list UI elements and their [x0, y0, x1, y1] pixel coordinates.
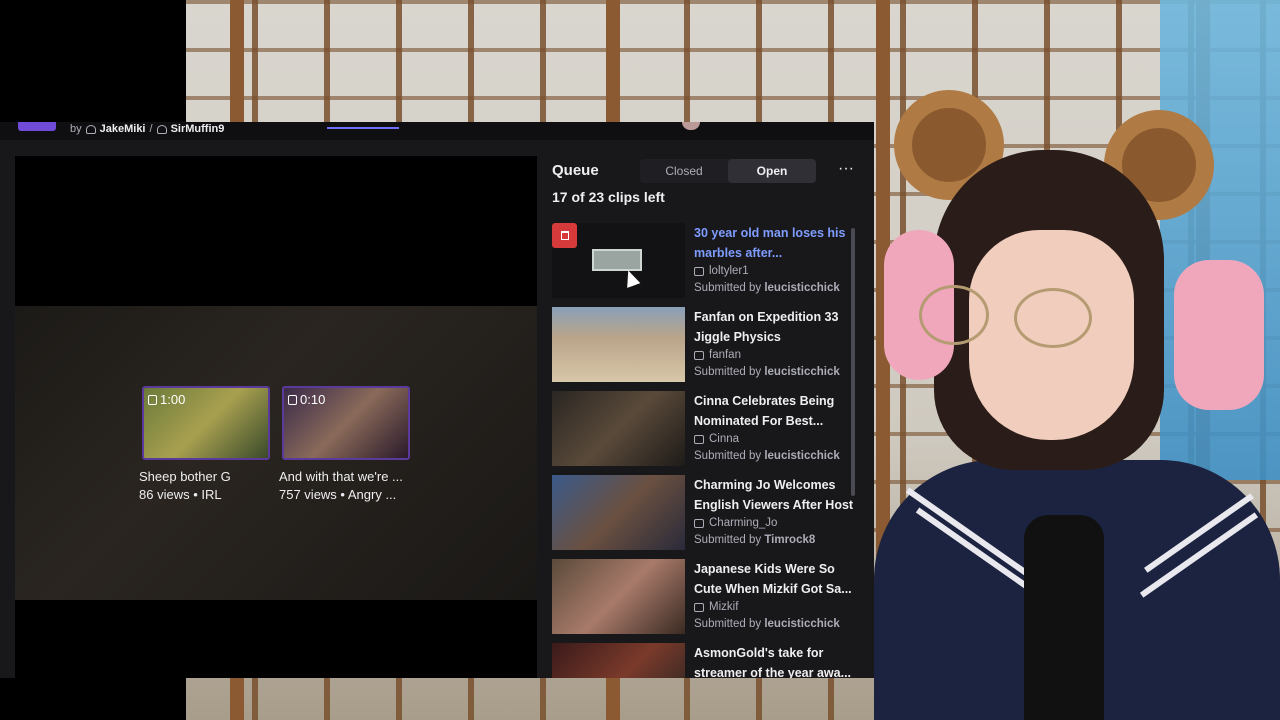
video-icon	[694, 602, 704, 612]
queue-item[interactable]: Fanfan on Expedition 33 Jiggle Physics f…	[552, 307, 860, 383]
queue-item-submitter: leucisticchick	[764, 450, 840, 462]
queue-item-submitter: leucisticchick	[764, 618, 840, 630]
tab-open[interactable]: Open	[728, 159, 816, 183]
user-icon	[156, 124, 167, 134]
more-options-icon[interactable]: ···	[834, 160, 858, 182]
queue-item-channel: loltyler1	[709, 265, 749, 277]
queue-item-channel: Charming_Jo	[709, 517, 778, 529]
microphone	[1024, 515, 1104, 720]
recommended-meta: 757 views • Angry ...	[279, 487, 397, 502]
queue-item[interactable]: 30 year old man loses his marbles after.…	[552, 223, 860, 299]
creator-link[interactable]: SirMuffin9	[171, 123, 225, 135]
remove-clip-button[interactable]	[552, 223, 577, 248]
creator-byline: by JakeMiki / SirMuffin9	[70, 123, 225, 135]
queue-item-submitter: leucisticchick	[764, 366, 840, 378]
black-corner	[0, 0, 186, 122]
queue-item-channel: Cinna	[709, 433, 740, 445]
queue-list: 30 year old man loses his marbles after.…	[552, 223, 860, 678]
queue-item-channel: fanfan	[709, 349, 741, 361]
chat-icon	[694, 350, 704, 360]
panel-topbar: by JakeMiki / SirMuffin9	[0, 122, 874, 140]
clip-icon	[288, 394, 297, 405]
chat-icon	[694, 518, 704, 528]
clips-remaining: 17 of 23 clips left	[552, 189, 665, 205]
recommended-title[interactable]: Sheep bother G	[139, 469, 279, 484]
queue-item-submitter: leucisticchick	[764, 282, 840, 294]
queue-item-title: Charming Jo Welcomes English Viewers Aft…	[694, 478, 854, 512]
chat-icon	[694, 266, 704, 276]
queue-scrollbar[interactable]	[851, 228, 855, 496]
glasses-right	[1014, 288, 1092, 348]
recommended-clip[interactable]: 0:10	[282, 386, 410, 460]
headphone-right	[1174, 260, 1264, 410]
queue-item-title: AsmonGold's take for streamer of the yea…	[694, 646, 852, 678]
queue-item-title: Japanese Kids Were So Cute When Mizkif G…	[694, 562, 852, 596]
user-icon	[85, 124, 96, 134]
queue-item-title: 30 year old man loses his marbles after.…	[694, 226, 846, 260]
brand-chip	[18, 122, 56, 131]
trash-icon	[560, 231, 569, 240]
queue-item-channel: Mizkif	[709, 601, 739, 613]
recommended-clip[interactable]: 1:00	[142, 386, 270, 460]
queue-item-submitter: Timrock8	[764, 534, 816, 546]
tab-closed[interactable]: Closed	[640, 159, 728, 183]
queue-item[interactable]: Cinna Celebrates Being Nominated For Bes…	[552, 391, 860, 467]
video-player[interactable]: 1:00 Sheep bother G 86 views • IRL 0:10 …	[15, 156, 537, 678]
queue-status-toggle: Closed Open	[640, 159, 816, 183]
creator-link[interactable]: JakeMiki	[100, 123, 146, 135]
video-frame	[15, 306, 537, 600]
queue-item[interactable]: Japanese Kids Were So Cute When Mizkif G…	[552, 559, 860, 635]
recommended-meta: 86 views • IRL	[139, 487, 222, 502]
active-tab-underline	[327, 127, 399, 129]
video-icon	[694, 434, 704, 444]
queue-item-title: Cinna Celebrates Being Nominated For Bes…	[694, 394, 835, 428]
queue-item-title: Fanfan on Expedition 33 Jiggle Physics	[694, 310, 839, 344]
recommended-title[interactable]: And with that we're ...	[279, 469, 419, 484]
queue-item[interactable]: Charming Jo Welcomes English Viewers Aft…	[552, 475, 860, 551]
queue-title: Queue	[552, 162, 599, 179]
clip-icon	[148, 394, 157, 405]
clip-queue-panel: by JakeMiki / SirMuffin9 1:00 Sheep both…	[0, 122, 874, 678]
queue-item[interactable]: AsmonGold's take for streamer of the yea…	[552, 643, 860, 678]
glasses-left	[919, 285, 989, 345]
avatar[interactable]	[682, 122, 700, 130]
streamer-webcam	[874, 60, 1280, 720]
